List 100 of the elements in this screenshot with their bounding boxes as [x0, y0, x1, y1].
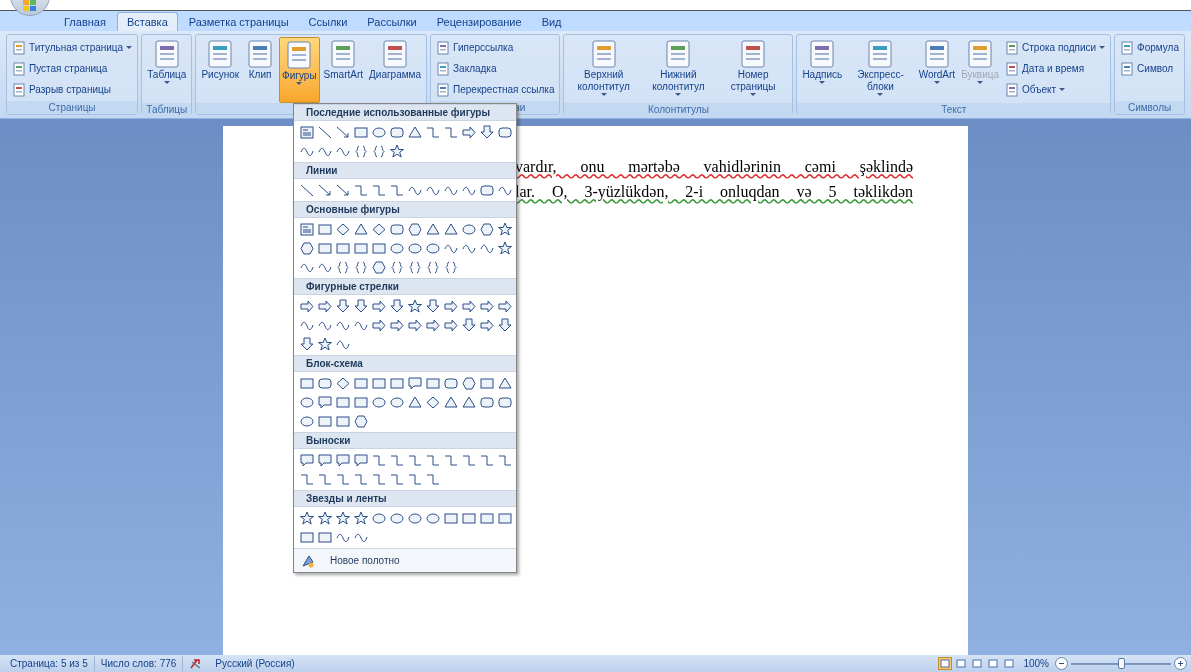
- shape-tool[interactable]: [316, 451, 334, 469]
- shape-icon: [353, 471, 369, 487]
- shape-tool[interactable]: [334, 297, 352, 315]
- shape-icon: [443, 452, 459, 468]
- shape-tool[interactable]: [496, 239, 514, 257]
- ribbon-button[interactable]: Дата и время: [1003, 59, 1108, 78]
- ribbon-button[interactable]: Таблица: [145, 37, 189, 103]
- ribbon-tab[interactable]: Разметка страницы: [179, 13, 298, 31]
- shape-tool[interactable]: [334, 451, 352, 469]
- ribbon-button[interactable]: Разрыв страницы: [10, 80, 135, 99]
- new-canvas-item[interactable]: Новое полотно: [294, 548, 516, 572]
- shape-icon: [461, 317, 477, 333]
- shape-icon: [353, 394, 369, 410]
- language-indicator[interactable]: Русский (Россия): [209, 656, 301, 671]
- ribbon-tab[interactable]: Вставка: [116, 12, 178, 31]
- shape-icon: [461, 124, 477, 140]
- ribbon-button[interactable]: Объект: [1003, 80, 1108, 99]
- shape-tool[interactable]: [406, 297, 424, 315]
- ribbon-button[interactable]: Экспресс-блоки: [846, 37, 915, 103]
- shape-tool[interactable]: [496, 316, 514, 334]
- shape-icon: [443, 375, 459, 391]
- shape-tool[interactable]: [424, 297, 442, 315]
- ribbon-button[interactable]: Надпись: [800, 37, 845, 103]
- zoom-out-button[interactable]: [1055, 657, 1068, 670]
- shape-icon: [371, 298, 387, 314]
- shape-icon: [317, 413, 333, 429]
- shape-tool[interactable]: [316, 509, 334, 527]
- shape-icon: [353, 182, 369, 198]
- menu-section-header: Фигурные стрелки: [294, 278, 516, 295]
- shape-tool[interactable]: [388, 142, 406, 160]
- shape-icon: [317, 510, 333, 526]
- shape-icon: [335, 375, 351, 391]
- ribbon-button[interactable]: Пустая страница: [10, 59, 135, 78]
- ribbon-button[interactable]: Верхний колонтитул: [567, 37, 641, 103]
- shape-icon: [299, 240, 315, 256]
- ribbon-button[interactable]: Гиперссылка: [434, 38, 557, 57]
- shape-tool[interactable]: [388, 297, 406, 315]
- ribbon-button[interactable]: Закладка: [434, 59, 557, 78]
- shape-tool[interactable]: [316, 335, 334, 353]
- ribbon-button[interactable]: Диаграмма: [367, 37, 424, 103]
- ribbon-button[interactable]: Формула: [1118, 38, 1181, 57]
- ribbon-tab[interactable]: Главная: [55, 13, 115, 31]
- view-button[interactable]: [986, 657, 1001, 670]
- shape-tool[interactable]: [460, 316, 478, 334]
- shape-icon: [461, 452, 477, 468]
- ribbon-tab[interactable]: Вид: [532, 13, 571, 31]
- shape-icon: [479, 182, 495, 198]
- caret-icon: [1059, 87, 1066, 92]
- ribbon-button[interactable]: Фигуры: [279, 37, 320, 103]
- ribbon-button[interactable]: Символ: [1118, 59, 1181, 78]
- ribbon-button[interactable]: SmartArt: [321, 37, 366, 103]
- caret-icon: [296, 82, 303, 86]
- view-button[interactable]: [970, 657, 985, 670]
- view-button[interactable]: [938, 657, 953, 670]
- shape-tool[interactable]: [460, 374, 478, 392]
- shape-tool[interactable]: [298, 335, 316, 353]
- shape-tool[interactable]: [334, 509, 352, 527]
- shape-icon: [461, 375, 477, 391]
- shape-tool[interactable]: [352, 509, 370, 527]
- shape-tool[interactable]: [316, 393, 334, 411]
- shape-tool[interactable]: [496, 220, 514, 238]
- ribbon-button[interactable]: Номер страницы: [716, 37, 790, 103]
- shape-icon: [443, 221, 459, 237]
- shape-icon: [389, 471, 405, 487]
- shape-tool[interactable]: [406, 220, 424, 238]
- shape-tool[interactable]: [478, 123, 496, 141]
- ribbon-button[interactable]: Клип: [243, 37, 278, 103]
- shape-tool[interactable]: [478, 220, 496, 238]
- shape-tool[interactable]: [298, 451, 316, 469]
- shape-tool[interactable]: [352, 451, 370, 469]
- shape-icon: [479, 124, 495, 140]
- shape-tool[interactable]: [406, 374, 424, 392]
- ribbon-tab[interactable]: Ссылки: [299, 13, 357, 31]
- shape-icon: [353, 221, 369, 237]
- shape-icon: [299, 375, 315, 391]
- view-button[interactable]: [1002, 657, 1017, 670]
- shape-tool[interactable]: [352, 412, 370, 430]
- ribbon-button[interactable]: WordArt: [916, 37, 958, 103]
- shape-icon: [353, 510, 369, 526]
- shape-tool[interactable]: [370, 258, 388, 276]
- shape-icon: [335, 510, 351, 526]
- zoom-slider-thumb[interactable]: [1118, 657, 1125, 669]
- ribbon-button[interactable]: Рисунок: [199, 37, 242, 103]
- ribbon-button[interactable]: Строка подписи: [1003, 38, 1108, 57]
- shape-tool[interactable]: [298, 509, 316, 527]
- shape-icon: [425, 221, 441, 237]
- view-button[interactable]: [954, 657, 969, 670]
- shape-tool[interactable]: [298, 239, 316, 257]
- ribbon-tab[interactable]: Рассылки: [358, 13, 426, 31]
- shape-icon: [407, 452, 423, 468]
- shape-tool[interactable]: [352, 297, 370, 315]
- ribbon-button[interactable]: Титульная страница: [10, 38, 135, 57]
- shape-icon: [317, 124, 333, 140]
- zoom-percent[interactable]: 100%: [1017, 656, 1055, 671]
- shape-icon: [353, 375, 369, 391]
- shape-icon: [425, 124, 441, 140]
- ribbon-tab[interactable]: Рецензирование: [427, 13, 531, 31]
- zoom-in-button[interactable]: [1174, 657, 1187, 670]
- ribbon-button[interactable]: Нижний колонтитул: [642, 37, 715, 103]
- ribbon-button[interactable]: Перекрестная ссылка: [434, 80, 557, 99]
